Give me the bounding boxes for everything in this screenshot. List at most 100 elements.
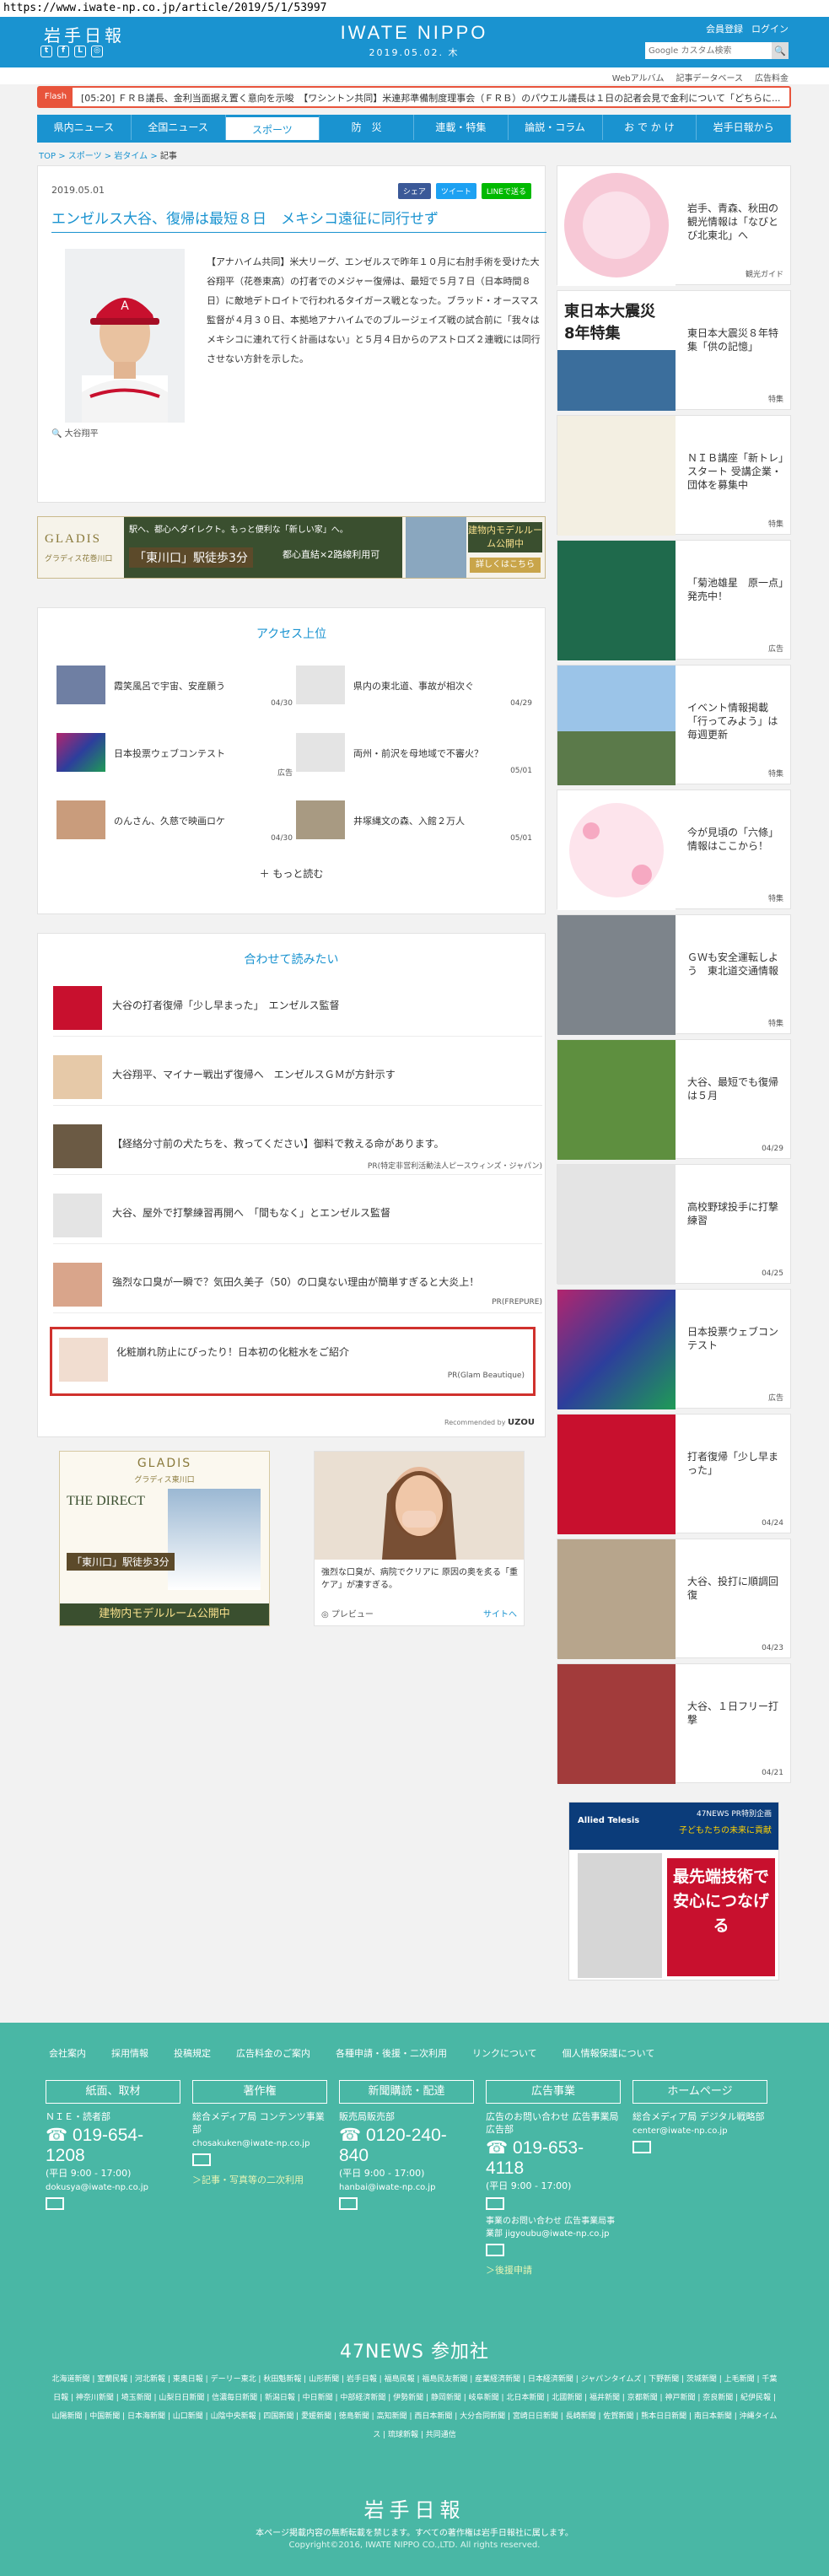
- read-more-button[interactable]: ＋ もっと読む: [38, 866, 545, 881]
- footer-link[interactable]: 採用情報: [111, 2046, 148, 2060]
- footer-mail[interactable]: chosakuken@iwate-np.co.jp: [192, 2139, 327, 2148]
- recommend-item[interactable]: 大谷、屋外で打撃練習再開へ 「間もなく」とエンゼルス監督: [53, 1185, 542, 1244]
- gladis-banner-ad[interactable]: GLADIS グラディス花巻川口 駅へ、都心へダイレクト。もっと便利な「新しい家…: [37, 516, 546, 579]
- allied-telesis-ad[interactable]: Allied Telesis 47NEWS PR特別企画 子どもたちの未来に貢献…: [568, 1802, 779, 1981]
- facebook-share-button[interactable]: シェア: [397, 183, 431, 199]
- footer-mail[interactable]: 事業のお問い合わせ 広告事業局事業部 jigyoubu@iwate-np.co.…: [486, 2213, 621, 2239]
- display-ad-preview[interactable]: ◎ プレビュー: [321, 1607, 374, 1619]
- footer-mail[interactable]: center@iwate-np.co.jp: [633, 2126, 767, 2136]
- footer-link[interactable]: 各種申請・後援・二次利用: [336, 2046, 447, 2060]
- subnav-database[interactable]: 記事データベース: [676, 71, 744, 84]
- login-link[interactable]: ログイン: [751, 22, 789, 35]
- recommend-item[interactable]: 強烈な口臭が一瞬で？気田久美子（50）の口臭ない理由が簡単すぎると大炎上！ PR…: [53, 1254, 542, 1313]
- twitter-icon[interactable]: t: [40, 46, 52, 57]
- register-link[interactable]: 会員登録: [706, 22, 743, 35]
- display-ad-site-link[interactable]: サイトへ: [483, 1607, 517, 1619]
- access-item[interactable]: 県内の東北道、事故が相次ぐ 04/29: [296, 666, 532, 713]
- facebook-icon[interactable]: f: [57, 46, 69, 57]
- banner-detail-button[interactable]: 詳しくはこちら: [470, 558, 541, 573]
- 47news-members[interactable]: 北海道新聞 | 室蘭民報 | 河北新報 | 東奥日報 | デーリー東北 | 秋田…: [51, 2370, 778, 2444]
- center-logo[interactable]: IWATE NIPPO 2019.05.02. 木: [330, 22, 498, 59]
- sidebar-card[interactable]: 大谷、投打に順調回復 04/23: [557, 1539, 791, 1659]
- sidebar-card[interactable]: 大谷、１日フリー打撃 04/21: [557, 1663, 791, 1784]
- mail-icon[interactable]: [192, 2153, 211, 2166]
- flash-text[interactable]: [05:20] ＦＲＢ議長、金利当面据え置く意向を示唆 【ワシントン共同】米連邦…: [81, 91, 781, 105]
- sidebar-card-category: 04/23: [762, 1644, 783, 1652]
- footer-phone[interactable]: ☎ 019-654-1208: [46, 2125, 180, 2166]
- footer-link[interactable]: リンクについて: [472, 2046, 537, 2060]
- sidebar-card[interactable]: 高校野球投手に打撃練習 04/25: [557, 1164, 791, 1285]
- display-ad[interactable]: 強烈な口臭が、病院でクリアに 原因の奥を炙る「重ケア」が凄すぎる。 ◎ プレビュ…: [314, 1451, 525, 1626]
- footer-secondary-link[interactable]: ＞記事・写真等の二次利用: [192, 2173, 327, 2186]
- footer-col-head[interactable]: 紙面、取材: [46, 2080, 180, 2104]
- recommend-item[interactable]: 【経絡分寸前の犬たちを、救ってください】御料で救える命があります。 PR(特定非…: [53, 1116, 542, 1175]
- gnav-national[interactable]: 全国ニュース: [132, 115, 226, 140]
- footer-mail[interactable]: dokusya@iwate-np.co.jp: [46, 2183, 180, 2192]
- crumb-sports[interactable]: スポーツ: [68, 152, 102, 161]
- footer-link[interactable]: 広告料金のご案内: [236, 2046, 310, 2060]
- search-button[interactable]: 🔍: [772, 42, 789, 59]
- subnav-ad-rates[interactable]: 広告料金: [755, 71, 789, 84]
- sidebar-card[interactable]: 打者復帰「少し早まった」 04/24: [557, 1414, 791, 1534]
- sidebar-card[interactable]: ＧＷも安全運転しよう 東北道交通情報 特集: [557, 914, 791, 1035]
- gnav-from-nippo[interactable]: 岩手日報から: [697, 115, 791, 140]
- line-share-button[interactable]: LINEで送る: [481, 183, 531, 199]
- footer-link[interactable]: 個人情報保護について: [563, 2046, 655, 2060]
- footer-logo[interactable]: 岩手日報: [0, 2493, 829, 2523]
- sidebar-card[interactable]: イベント情報掲載「行ってみよう」は毎週更新 特集: [557, 665, 791, 785]
- gnav-prefecture[interactable]: 県内ニュース: [37, 115, 132, 140]
- uzou-logo[interactable]: UZOU: [508, 1418, 535, 1427]
- recommend-item-highlighted[interactable]: 化粧崩れ防止にぴったり！日本初の化粧水をご紹介 PR(Glam Beautiqu…: [50, 1327, 536, 1396]
- crumb-iwatime[interactable]: 岩タイム: [114, 152, 148, 161]
- recommend-item[interactable]: 大谷の打者復帰「少し早まった」 エンゼルス監督: [53, 978, 542, 1037]
- line-icon[interactable]: L: [74, 46, 86, 57]
- access-item[interactable]: 両州・前沢を母地域で不審火？ 05/01: [296, 733, 532, 780]
- gnav-editorial[interactable]: 論説・コラム: [509, 115, 603, 140]
- gnav-disaster[interactable]: 防 災: [320, 115, 414, 140]
- footer-link[interactable]: 会社案内: [49, 2046, 86, 2060]
- instagram-icon[interactable]: ◎: [91, 46, 103, 57]
- sidebar-card[interactable]: 岩手、青森、秋田の観光情報は「なびとび北東北」へ 観光ガイド: [557, 165, 791, 286]
- footer-col-head[interactable]: 新聞購読・配達: [339, 2080, 474, 2104]
- thumb-image: [557, 166, 676, 286]
- recommend-item[interactable]: 大谷翔平、マイナー戦出ず復帰へ エンゼルスＧＭが方針示す: [53, 1047, 542, 1106]
- twitter-share-button[interactable]: ツイート: [435, 183, 476, 199]
- search-input[interactable]: [645, 42, 772, 59]
- subnav-album[interactable]: Webアルバム: [612, 71, 665, 84]
- flash-news[interactable]: Flash [05:20] ＦＲＢ議長、金利当面据え置く意向を示唆 【ワシントン…: [37, 86, 791, 108]
- footer-link[interactable]: 投稿規定: [174, 2046, 211, 2060]
- sidebar-card[interactable]: 今が見頃の「六條」情報はここから！ 特集: [557, 790, 791, 910]
- access-item[interactable]: 日本投票ウェブコンテスト 広告: [57, 733, 293, 780]
- mail-icon[interactable]: [486, 2197, 504, 2210]
- article-photo[interactable]: A: [65, 249, 185, 423]
- sidebar-card[interactable]: 東日本大震災 8年特集 東日本大震災８年特集「供の記憶」 特集: [557, 290, 791, 411]
- sidebar-card[interactable]: 日本投票ウェブコンテスト 広告: [557, 1289, 791, 1409]
- footer-phone[interactable]: ☎ 019-653-4118: [486, 2137, 621, 2179]
- access-item[interactable]: 井塚縄文の森、入館２万人 05/01: [296, 800, 532, 848]
- footer-col-head[interactable]: 著作権: [192, 2080, 327, 2104]
- sidebar-card[interactable]: ＮＩＢ講座「新トレ」スタート 受講企業・団体を募集中 特集: [557, 415, 791, 536]
- site-logo[interactable]: 岩手日報: [44, 22, 125, 46]
- svg-text:A: A: [121, 299, 129, 313]
- gnav-sports[interactable]: スポーツ: [225, 115, 320, 140]
- sidebar-card[interactable]: 「菊池雄星 原一点」発売中！ 広告: [557, 540, 791, 660]
- mail-icon[interactable]: [633, 2141, 651, 2153]
- gnav-outing[interactable]: お で か け: [603, 115, 697, 140]
- mail-icon[interactable]: [486, 2244, 504, 2256]
- url-bar[interactable]: https://www.iwate-np.co.jp/article/2019/…: [0, 0, 829, 17]
- crumb-top[interactable]: TOP: [39, 152, 56, 161]
- footer-col-head[interactable]: ホームページ: [633, 2080, 767, 2104]
- footer-col-sub: 広告のお問い合わせ 広告事業局広告部: [486, 2111, 619, 2135]
- mail-icon[interactable]: [339, 2197, 358, 2210]
- access-item[interactable]: 霞笑風呂で宇宙、安産願う 04/30: [57, 666, 293, 713]
- footer-phone[interactable]: ☎ 0120-240-840: [339, 2125, 474, 2166]
- access-item[interactable]: のんさん、久慈で映画ロケ 04/30: [57, 800, 293, 848]
- footer-secondary-link[interactable]: ＞後援申請: [486, 2263, 621, 2277]
- mail-icon[interactable]: [46, 2197, 64, 2210]
- footer-col-head[interactable]: 広告事業: [486, 2080, 621, 2104]
- gladis-bottom-ad[interactable]: GLADIS グラディス東川口 THE DIRECT 「東川口」駅徒歩3分 建物…: [59, 1451, 270, 1626]
- gnav-series[interactable]: 連載・特集: [414, 115, 509, 140]
- sidebar-card[interactable]: 大谷、最短でも復帰は５月 04/29: [557, 1039, 791, 1160]
- footer-mail[interactable]: hanbai@iwate-np.co.jp: [339, 2183, 474, 2192]
- sidebar-card-title: 今が見頃の「六條」情報はここから！: [687, 827, 779, 852]
